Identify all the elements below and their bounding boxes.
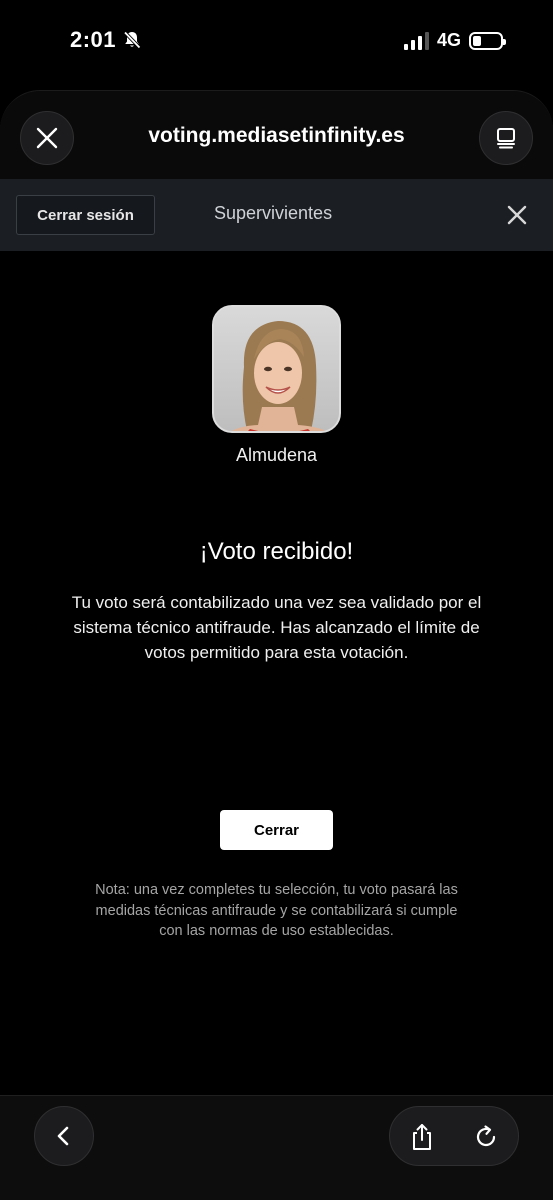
reload-icon xyxy=(476,1125,496,1147)
contestant-name: Almudena xyxy=(235,445,318,465)
url-label[interactable]: voting.mediasetinfinity.es xyxy=(0,124,553,148)
back-button[interactable] xyxy=(34,1106,94,1166)
tabs-button[interactable] xyxy=(479,111,533,165)
section-title: Supervivientes xyxy=(214,203,333,223)
tabs-icon xyxy=(497,128,515,149)
status-indicators: 4G xyxy=(403,30,506,51)
logout-button[interactable]: Cerrar sesión xyxy=(16,195,155,235)
confirmation-message: Tu voto será contabilizado una vez sea v… xyxy=(71,593,482,662)
battery-icon xyxy=(469,31,506,50)
status-time: 2:01 xyxy=(70,27,142,53)
avatar xyxy=(212,305,341,433)
reload-button[interactable] xyxy=(468,1119,504,1155)
browser-toolbar xyxy=(0,1095,553,1200)
confirmation-title: ¡Voto recibido! xyxy=(199,538,354,565)
close-icon[interactable] xyxy=(505,203,529,227)
network-type: 4G xyxy=(436,30,461,50)
share-icon xyxy=(413,1124,431,1150)
time-label: 2:01 xyxy=(70,27,117,52)
browser-header: voting.mediasetinfinity.es xyxy=(0,90,553,180)
status-bar: 2:01 4G xyxy=(0,0,553,84)
close-button[interactable]: Cerrar xyxy=(220,810,333,850)
actions-pill xyxy=(389,1106,519,1166)
bell-slash-icon xyxy=(123,31,141,49)
share-button[interactable] xyxy=(404,1119,440,1155)
contestant-photo xyxy=(214,307,339,431)
chevron-left-icon xyxy=(57,1126,69,1146)
signal-icon xyxy=(403,31,429,50)
disclaimer-note: Nota: una vez completes tu selección, tu… xyxy=(95,882,458,939)
site-nav: Cerrar sesión Supervivientes xyxy=(0,179,553,251)
